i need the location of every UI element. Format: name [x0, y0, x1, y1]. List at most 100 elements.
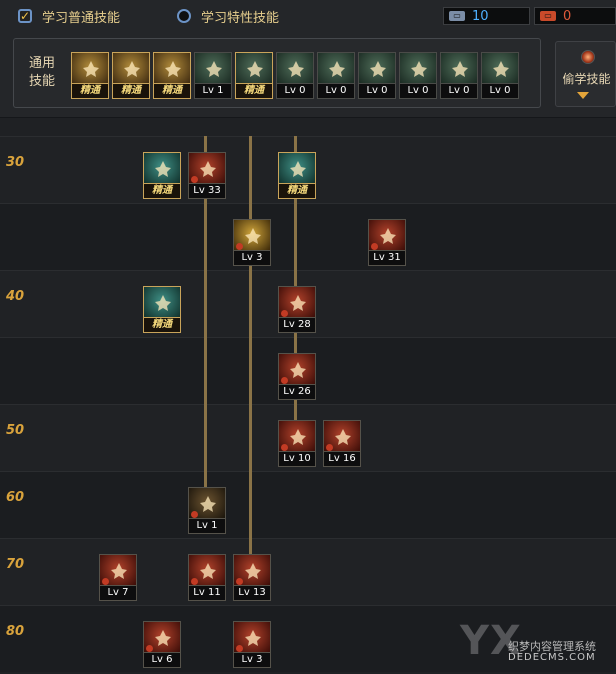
general-skill-slot[interactable]: Lv 0 — [440, 52, 478, 100]
general-skill-label: Lv 0 — [317, 83, 355, 99]
skill-slot[interactable]: Lv 13 — [233, 554, 271, 602]
general-skill-slot[interactable]: 精通 — [71, 52, 109, 100]
requirement-dot-icon — [191, 176, 198, 183]
requirement-dot-icon — [191, 511, 198, 518]
skill-slot[interactable]: 精通 — [143, 286, 181, 334]
skill-slot[interactable]: Lv 10 — [278, 420, 316, 468]
tab-normal-skills-label: 学习普通技能 — [42, 10, 121, 26]
general-skill-slot[interactable]: 精通 — [235, 52, 273, 100]
skill-level-label: Lv 3 — [233, 250, 271, 266]
general-skill-slot[interactable]: Lv 1 — [194, 52, 232, 100]
general-skill-slot[interactable]: 精通 — [153, 52, 191, 100]
skill-slot[interactable]: Lv 26 — [278, 353, 316, 401]
skill-level-label: Lv 16 — [323, 451, 361, 467]
general-skill-slot[interactable]: Lv 0 — [399, 52, 437, 100]
general-skill-label: 精通 — [71, 83, 109, 99]
tab-trait-skills[interactable]: 学习特性技能 — [177, 6, 279, 26]
skill-level-label: Lv 7 — [99, 585, 137, 601]
general-skill-label: Lv 1 — [194, 83, 232, 99]
skill-slot[interactable]: Lv 7 — [99, 554, 137, 602]
skill-level-label: 精通 — [278, 183, 316, 199]
blast-figure-icon — [188, 554, 226, 586]
general-skill-label: Lv 0 — [440, 83, 478, 99]
skill-level-label: Lv 26 — [278, 384, 316, 400]
steal-skill-label: 偷学技能 — [562, 72, 611, 86]
lightning-icon — [143, 286, 181, 318]
steal-skill-button[interactable]: 偷学技能 — [555, 41, 616, 107]
skill-level-label: 精通 — [143, 183, 181, 199]
requirement-dot-icon — [146, 645, 153, 652]
skill-level-label: Lv 11 — [188, 585, 226, 601]
skill-slot[interactable]: Lv 28 — [278, 286, 316, 334]
requirement-dot-icon — [281, 444, 288, 451]
skill-slot[interactable]: Lv 31 — [368, 219, 406, 267]
tp-points-display: ▭ 0 — [534, 7, 616, 25]
requirement-dot-icon — [236, 645, 243, 652]
general-skill-slot[interactable]: 精通 — [112, 52, 150, 100]
general-skill-slot[interactable]: Lv 0 — [358, 52, 396, 100]
skill-slot[interactable]: 精通 — [143, 152, 181, 200]
bullets-icon — [233, 554, 271, 586]
skill-tree: 30 40 50 60 70 80 精通 Lv 33 精通 Lv 3 Lv 31 精通 Lv 28 Lv … — [0, 136, 616, 674]
target-burst-icon — [276, 52, 314, 84]
explosion-icon — [278, 286, 316, 318]
level-label: 50 — [6, 423, 25, 438]
check-icon: ✓ — [18, 9, 32, 23]
skill-slot[interactable]: Lv 6 — [143, 621, 181, 669]
general-skill-label: 精通 — [235, 83, 273, 99]
watermark-en: DEDECMS.COM — [508, 652, 596, 663]
tab-normal-skills[interactable]: ✓ 学习普通技能 — [18, 6, 120, 26]
orb-blast-icon — [233, 621, 271, 653]
ammo-icon — [233, 219, 271, 251]
skill-level-label: Lv 10 — [278, 451, 316, 467]
climb-figure-icon — [481, 52, 519, 84]
skill-slot[interactable]: Lv 16 — [323, 420, 361, 468]
requirement-dot-icon — [281, 310, 288, 317]
skill-level-label: 精通 — [143, 317, 181, 333]
grenade-icon — [99, 554, 137, 586]
skill-level-label: Lv 13 — [233, 585, 271, 601]
general-skill-label: 精通 — [112, 83, 150, 99]
requirement-dot-icon — [191, 578, 198, 585]
steal-orb-icon — [581, 50, 595, 64]
general-skill-label: 精通 — [153, 83, 191, 99]
swirl-icon — [368, 219, 406, 251]
general-skill-slot[interactable]: Lv 0 — [317, 52, 355, 100]
level-row — [0, 203, 616, 270]
radio-icon — [177, 9, 191, 23]
skill-slot[interactable]: Lv 1 — [188, 487, 226, 535]
requirement-dot-icon — [371, 243, 378, 250]
gear-target-icon — [278, 152, 316, 184]
skill-level-label: Lv 33 — [188, 183, 226, 199]
skill-slot[interactable]: Lv 3 — [233, 621, 271, 669]
skill-slot[interactable]: Lv 3 — [233, 219, 271, 267]
general-skill-slot[interactable]: Lv 0 — [276, 52, 314, 100]
dash-figure-icon — [317, 52, 355, 84]
requirement-dot-icon — [102, 578, 109, 585]
tab-trait-skills-label: 学习特性技能 — [201, 10, 280, 26]
general-skills-panel: 通用技能 精通 精通 精通 Lv 1 精通 Lv 0 Lv 0 Lv 0 Lv 0 Lv 0 Lv … — [13, 38, 541, 108]
sp-points-value: 10 — [472, 8, 489, 24]
throw-figure-icon — [358, 52, 396, 84]
dropdown-arrow-icon[interactable] — [577, 92, 589, 99]
flame-pillar-icon — [278, 420, 316, 452]
skill-slot[interactable]: Lv 11 — [188, 554, 226, 602]
skill-level-label: Lv 31 — [368, 250, 406, 266]
strong-figure-icon — [440, 52, 478, 84]
general-skill-label: Lv 0 — [481, 83, 519, 99]
running-figure-icon — [153, 52, 191, 84]
general-skill-slot[interactable]: Lv 0 — [481, 52, 519, 100]
sp-points-display: ▭ 10 — [443, 7, 530, 25]
watermark: YX 织梦内容管理系统 DEDECMS.COM — [448, 616, 616, 674]
reclining-figure-icon — [71, 52, 109, 84]
requirement-dot-icon — [236, 243, 243, 250]
general-skills-label: 通用技能 — [29, 56, 56, 89]
eye-ring-icon — [399, 52, 437, 84]
skill-slot[interactable]: Lv 33 — [188, 152, 226, 200]
skill-slot[interactable]: 精通 — [278, 152, 316, 200]
tp-point-icon: ▭ — [540, 11, 556, 21]
requirement-dot-icon — [326, 444, 333, 451]
tp-points-value: 0 — [563, 8, 572, 24]
fireball-icon — [278, 353, 316, 385]
general-skill-label: Lv 0 — [399, 83, 437, 99]
